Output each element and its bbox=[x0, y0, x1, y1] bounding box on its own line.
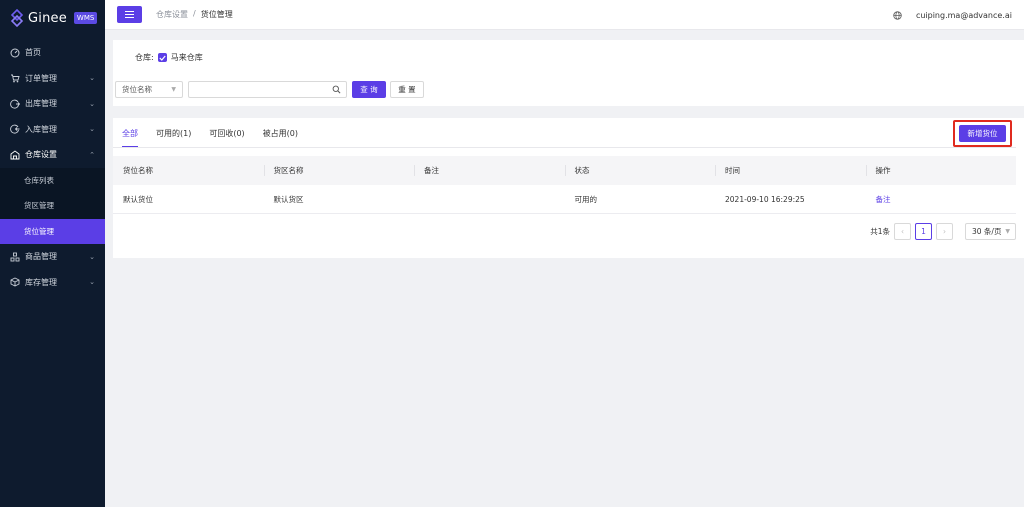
breadcrumb-separator: / bbox=[193, 9, 196, 18]
chevron-down-icon: ⌄ bbox=[89, 99, 95, 108]
tab-occupied[interactable]: 被占用(0) bbox=[263, 118, 298, 148]
table-cell: 默认货位 bbox=[123, 194, 153, 204]
next-page-button[interactable]: › bbox=[936, 223, 953, 240]
breadcrumb: 仓库设置 / 货位管理 bbox=[156, 9, 233, 20]
warehouse-checkbox[interactable] bbox=[157, 53, 167, 62]
table-header: 货位名称 货区名称 备注 状态 时间 操作 bbox=[113, 156, 1016, 185]
brand-badge: WMS bbox=[73, 12, 98, 24]
brand-name: Ginee bbox=[28, 10, 67, 26]
main-panel: 全部 可用的(1) 可回收(0) 被占用(0) 新增货位 货位名称 货区名称 备… bbox=[113, 118, 1024, 258]
sidebar-subitem-location-management[interactable]: 货位管理 bbox=[0, 218, 105, 244]
chevron-left-icon: ‹ bbox=[901, 227, 904, 236]
table-cell: 默认货区 bbox=[273, 194, 304, 204]
check-icon bbox=[159, 55, 166, 61]
sidebar-item-inbound[interactable]: 入库管理 ⌄ bbox=[0, 117, 105, 143]
sidebar-item-label: 商品管理 bbox=[25, 252, 57, 262]
outbound-icon bbox=[10, 99, 20, 109]
chevron-down-icon: ▼ bbox=[1005, 228, 1010, 235]
cart-icon bbox=[10, 73, 20, 83]
user-email[interactable]: cuiping.ma@advance.ai bbox=[916, 11, 1012, 20]
search-input[interactable] bbox=[188, 81, 347, 98]
warehouse-filter: 仓库: 马来仓库 bbox=[135, 52, 203, 63]
table-row: 默认货位 默认货区 可用的 2021-09-10 16:29:25 备注 bbox=[113, 185, 1016, 214]
menu-icon bbox=[125, 11, 134, 18]
warehouse-icon bbox=[10, 150, 20, 160]
sidebar-item-label: 仓库设置 bbox=[25, 150, 57, 160]
search-icon[interactable] bbox=[332, 85, 341, 94]
inventory-icon bbox=[10, 277, 20, 287]
chevron-down-icon: ▼ bbox=[171, 86, 176, 93]
sidebar-item-products[interactable]: 商品管理 ⌄ bbox=[0, 244, 105, 270]
sidebar-item-home[interactable]: 首页 bbox=[0, 40, 105, 66]
sidebar-item-label: 入库管理 bbox=[25, 124, 57, 134]
sidebar-item-label: 订单管理 bbox=[25, 73, 57, 83]
column-header: 货位名称 bbox=[123, 166, 153, 175]
product-icon bbox=[10, 252, 20, 262]
prev-page-button[interactable]: ‹ bbox=[894, 223, 911, 240]
sidebar-item-label: 库存管理 bbox=[25, 277, 57, 287]
search-field-value: 货位名称 bbox=[122, 85, 152, 94]
sidebar-item-warehouse-settings[interactable]: 仓库设置 ⌃ bbox=[0, 142, 105, 168]
breadcrumb-parent[interactable]: 仓库设置 bbox=[156, 9, 188, 20]
sidebar-item-label: 出库管理 bbox=[25, 99, 57, 109]
top-bar: 仓库设置 / 货位管理 cuiping.ma@advance.ai bbox=[105, 0, 1024, 30]
column-header: 操作 bbox=[865, 156, 1017, 185]
table-cell: 2021-09-10 16:29:25 bbox=[725, 194, 805, 204]
column-header: 货区名称 bbox=[263, 156, 415, 185]
sidebar-nav: 首页 订单管理 ⌄ 出库管理 ⌄ 入库管理 ⌄ 仓库设置 ⌃ 仓库列表 货区管理… bbox=[0, 40, 105, 295]
column-header: 备注 bbox=[414, 156, 565, 185]
table-cell-actions: 备注 bbox=[866, 185, 1017, 213]
dashboard-icon bbox=[10, 48, 20, 58]
add-location-button[interactable]: 新增货位 bbox=[959, 125, 1006, 142]
sidebar-item-outbound[interactable]: 出库管理 ⌄ bbox=[0, 91, 105, 117]
page-number[interactable]: 1 bbox=[915, 223, 932, 240]
table-cell: 可用的 bbox=[574, 194, 598, 204]
logo[interactable]: Ginee WMS bbox=[0, 0, 105, 36]
add-button-highlight: 新增货位 bbox=[953, 120, 1012, 147]
tab-recyclable[interactable]: 可回收(0) bbox=[209, 118, 244, 148]
menu-toggle-button[interactable] bbox=[117, 6, 142, 23]
chevron-down-icon: ⌄ bbox=[89, 252, 95, 261]
pagination: 共1条 ‹ 1 › 30 条/页 ▼ bbox=[870, 223, 1016, 240]
search-row: 货位名称 ▼ 查 询 重 置 bbox=[115, 81, 424, 98]
table-cell bbox=[414, 185, 565, 213]
chevron-down-icon: ⌄ bbox=[89, 125, 95, 134]
tab-divider bbox=[113, 147, 1016, 148]
filter-panel: 仓库: 马来仓库 货位名称 ▼ 查 询 重 置 bbox=[113, 40, 1024, 106]
sidebar-subitem-zone-management[interactable]: 货区管理 bbox=[0, 193, 105, 219]
sidebar-item-inventory[interactable]: 库存管理 ⌄ bbox=[0, 270, 105, 296]
query-button[interactable]: 查 询 bbox=[352, 81, 386, 98]
chevron-down-icon: ⌄ bbox=[89, 74, 95, 83]
tab-available[interactable]: 可用的(1) bbox=[156, 118, 191, 148]
sidebar: Ginee WMS 首页 订单管理 ⌄ 出库管理 ⌄ 入库管理 ⌄ 仓库设置 ⌃… bbox=[0, 0, 105, 507]
warehouse-name[interactable]: 马来仓库 bbox=[171, 52, 203, 63]
page-size-value: 30 条/页 bbox=[972, 227, 1002, 236]
chevron-up-icon: ⌃ bbox=[89, 150, 95, 159]
sidebar-subitem-warehouse-list[interactable]: 仓库列表 bbox=[0, 167, 105, 193]
chevron-right-icon: › bbox=[943, 227, 946, 236]
column-header: 状态 bbox=[564, 156, 716, 185]
top-right-area: cuiping.ma@advance.ai bbox=[893, 0, 1012, 30]
page-size-select[interactable]: 30 条/页 ▼ bbox=[965, 223, 1016, 240]
sidebar-item-orders[interactable]: 订单管理 ⌄ bbox=[0, 66, 105, 92]
status-tabs: 全部 可用的(1) 可回收(0) 被占用(0) bbox=[122, 118, 298, 148]
ginee-logo-icon bbox=[10, 9, 24, 27]
chevron-down-icon: ⌄ bbox=[89, 278, 95, 287]
search-field-select[interactable]: 货位名称 ▼ bbox=[115, 81, 183, 98]
column-header: 时间 bbox=[715, 156, 866, 185]
warehouse-label: 仓库: bbox=[135, 53, 154, 62]
sidebar-item-label: 首页 bbox=[25, 48, 41, 58]
tab-all[interactable]: 全部 bbox=[122, 118, 138, 148]
location-table: 货位名称 货区名称 备注 状态 时间 操作 默认货位 默认货区 可用的 2021… bbox=[113, 156, 1016, 214]
globe-icon[interactable] bbox=[893, 10, 902, 20]
reset-button[interactable]: 重 置 bbox=[390, 81, 424, 98]
breadcrumb-current: 货位管理 bbox=[200, 10, 233, 19]
inbound-icon bbox=[10, 124, 20, 134]
total-count: 共1条 bbox=[870, 227, 890, 236]
remark-link[interactable]: 备注 bbox=[876, 194, 891, 205]
